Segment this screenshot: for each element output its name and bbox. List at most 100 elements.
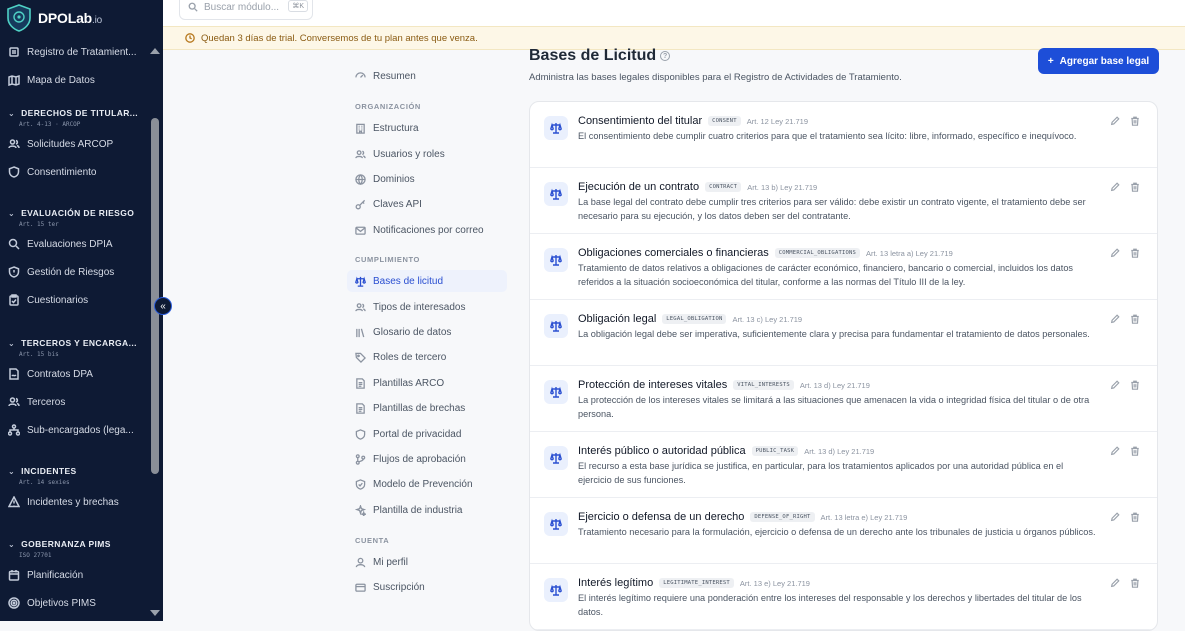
collapse-sidebar-button[interactable]: « <box>154 297 172 315</box>
sidebar-item-registro-de-tratamient[interactable]: Registro de Tratamient... <box>8 42 144 62</box>
page-title: Bases de Licitud ? <box>529 47 671 65</box>
search-input[interactable]: Buscar módulo... ⌘K <box>179 0 313 20</box>
legal-basis-row[interactable]: Obligaciones comerciales o financieras C… <box>530 234 1157 300</box>
scale-icon <box>550 518 562 530</box>
sidebar-item-consentimiento[interactable]: Consentimiento <box>8 162 144 182</box>
sidebar-section-evaluacion-de-riesgo[interactable]: ⌄ EVALUACIÓN DE RIESGO Art. 15 ter <box>8 208 144 228</box>
edit-icon[interactable] <box>1110 182 1120 192</box>
settings-nav-label: Mi perfil <box>373 556 409 568</box>
legal-basis-row[interactable]: Ejecución de un contrato CONTRACT Art. 1… <box>530 168 1157 234</box>
legal-basis-code: CONSENT <box>708 116 741 126</box>
clipboard-icon <box>9 294 19 306</box>
legal-basis-row[interactable]: Protección de intereses vitales VITAL_IN… <box>530 366 1157 432</box>
sidebar-section-subtitle: ISO 27701 <box>19 552 52 559</box>
settings-nav-glosario-de-datos[interactable]: Glosario de datos <box>347 321 507 343</box>
settings-nav-label: Resumen <box>373 70 416 82</box>
settings-nav-roles-de-tercero[interactable]: Roles de tercero <box>347 346 507 368</box>
legal-basis-row[interactable]: Interés público o autoridad pública PUBL… <box>530 432 1157 498</box>
settings-nav-plantillas-arco[interactable]: Plantillas ARCO <box>347 372 507 394</box>
sidebar-item-sub-encargados-lega[interactable]: Sub-encargados (lega... <box>8 420 144 440</box>
sidebar-item-label: Gestión de Riesgos <box>27 266 115 278</box>
settings-nav-plantillas-de-brechas[interactable]: Plantillas de brechas <box>347 397 507 419</box>
scale-icon <box>550 320 562 332</box>
sidebar-section-terceros-y-encarga[interactable]: ⌄ TERCEROS Y ENCARGA... Art. 15 bis <box>8 338 144 358</box>
sidebar-item-mapa-de-datos[interactable]: Mapa de Datos <box>8 70 144 90</box>
legal-basis-badge <box>544 314 568 338</box>
sidebar-scrollbar[interactable] <box>148 42 163 621</box>
settings-nav-dominios[interactable]: Dominios <box>347 168 507 190</box>
edit-icon[interactable] <box>1110 248 1120 258</box>
sidebar-section-derechos-de-titular[interactable]: ⌄ DERECHOS DE TITULAR... Art. 4-13 · ARCOP <box>8 108 144 128</box>
settings-nav-suscripcion[interactable]: Suscripción <box>347 576 507 598</box>
scale-icon <box>550 386 562 398</box>
sidebar-item-gestion-de-riesgos[interactable]: Gestión de Riesgos <box>8 262 144 282</box>
settings-nav-label: Portal de privacidad <box>373 428 462 440</box>
settings-nav-label: Tipos de interesados <box>373 301 466 313</box>
sidebar-section-incidentes[interactable]: ⌄ INCIDENTES Art. 14 sexies <box>8 466 144 486</box>
network-icon <box>8 424 20 436</box>
settings-nav-portal-de-privacidad[interactable]: Portal de privacidad <box>347 423 507 445</box>
legal-basis-row[interactable]: Ejercicio o defensa de un derecho DEFENS… <box>530 498 1157 564</box>
legal-basis-row[interactable]: Interés legítimo LEGITIMATE_INTEREST Art… <box>530 564 1157 630</box>
sidebar-section-gobernanza-pims[interactable]: ⌄ GOBERNANZA PIMS ISO 27701 <box>8 539 144 559</box>
settings-section-organizacion: ORGANIZACIÓN <box>355 102 421 111</box>
sidebar-item-evaluaciones-dpia[interactable]: Evaluaciones DPIA <box>8 234 144 254</box>
settings-nav-flujos-de-aprobacion[interactable]: Flujos de aprobación <box>347 448 507 470</box>
delete-icon[interactable] <box>1130 578 1140 588</box>
edit-icon[interactable] <box>1110 446 1120 456</box>
edit-icon[interactable] <box>1110 380 1120 390</box>
edit-icon[interactable] <box>1110 116 1120 126</box>
settings-nav-plantilla-de-industria[interactable]: Plantilla de industria <box>347 499 507 521</box>
delete-icon[interactable] <box>1130 182 1140 192</box>
sidebar-item-terceros[interactable]: Terceros <box>8 392 144 412</box>
settings-nav-claves-api[interactable]: Claves API <box>347 193 507 215</box>
settings-nav-usuarios-y-roles[interactable]: Usuarios y roles <box>347 143 507 165</box>
delete-icon[interactable] <box>1130 116 1140 126</box>
calendar-icon <box>8 570 20 581</box>
sidebar-item-label: Sub-encargados (lega... <box>27 424 134 436</box>
legal-basis-row[interactable]: Obligación legal LEGAL_OBLIGATION Art. 1… <box>530 300 1157 366</box>
settings-nav-mi-perfil[interactable]: Mi perfil <box>347 551 507 573</box>
sidebar-item-cuestionarios[interactable]: Cuestionarios <box>8 290 144 310</box>
settings-nav-resumen[interactable]: Resumen <box>347 65 507 87</box>
settings-nav-modelo-de-prevencion[interactable]: Modelo de Prevención <box>347 473 507 495</box>
settings-nav-label: Flujos de aprobación <box>373 453 466 465</box>
sidebar-item-contratos-dpa[interactable]: Contratos DPA <box>8 364 144 384</box>
sidebar-item-label: Incidentes y brechas <box>27 496 119 508</box>
settings-nav-estructura[interactable]: Estructura <box>347 117 507 139</box>
app-logo[interactable]: DPOLab.io <box>6 3 102 33</box>
scroll-down-arrow-icon[interactable] <box>150 610 160 616</box>
delete-icon[interactable] <box>1130 248 1140 258</box>
portal-de-privacidad-icon <box>355 428 366 440</box>
sidebar-item-objetivos-pims[interactable]: Objetivos PIMS <box>8 593 144 613</box>
legal-basis-badge <box>544 182 568 206</box>
sidebar-item-incidentes-y-brechas[interactable]: Incidentes y brechas <box>8 492 144 512</box>
sidebar-item-solicitudes-arcop[interactable]: Solicitudes ARCOP <box>8 134 144 154</box>
edit-icon[interactable] <box>1110 578 1120 588</box>
delete-icon[interactable] <box>1130 512 1140 522</box>
delete-icon[interactable] <box>1130 314 1140 324</box>
edit-icon[interactable] <box>1110 512 1120 522</box>
legal-basis-name: Interés legítimo <box>578 577 654 589</box>
chevron-down-icon: ⌄ <box>8 108 16 118</box>
app-name-suffix: .io <box>92 15 102 26</box>
legal-basis-reference: Art. 13 letra a) Ley 21.719 <box>866 248 953 258</box>
settings-nav-notificaciones-por-correo[interactable]: Notificaciones por correo <box>347 219 507 241</box>
scroll-up-arrow-icon[interactable] <box>150 48 160 54</box>
delete-icon[interactable] <box>1130 446 1140 456</box>
sidebar-item-label: Evaluaciones DPIA <box>27 238 113 250</box>
sidebar-item-planificacion[interactable]: Planificación <box>8 565 144 585</box>
tipos-de-interesados-icon <box>355 302 366 311</box>
edit-icon[interactable] <box>1110 314 1120 324</box>
legal-basis-row[interactable]: Consentimiento del titular CONSENT Art. … <box>530 102 1157 168</box>
legal-basis-name: Obligación legal <box>578 313 657 325</box>
delete-icon[interactable] <box>1130 380 1140 390</box>
target-icon <box>8 597 20 609</box>
shield-icon <box>8 166 20 178</box>
users-icon <box>8 397 20 407</box>
scrollbar-thumb[interactable] <box>151 118 159 474</box>
help-icon[interactable]: ? <box>660 51 671 61</box>
settings-nav-tipos-de-interesados[interactable]: Tipos de interesados <box>347 296 507 318</box>
add-legal-basis-button[interactable]: + Agregar base legal <box>1038 48 1159 74</box>
settings-nav-bases-de-licitud[interactable]: Bases de licitud <box>347 270 507 292</box>
